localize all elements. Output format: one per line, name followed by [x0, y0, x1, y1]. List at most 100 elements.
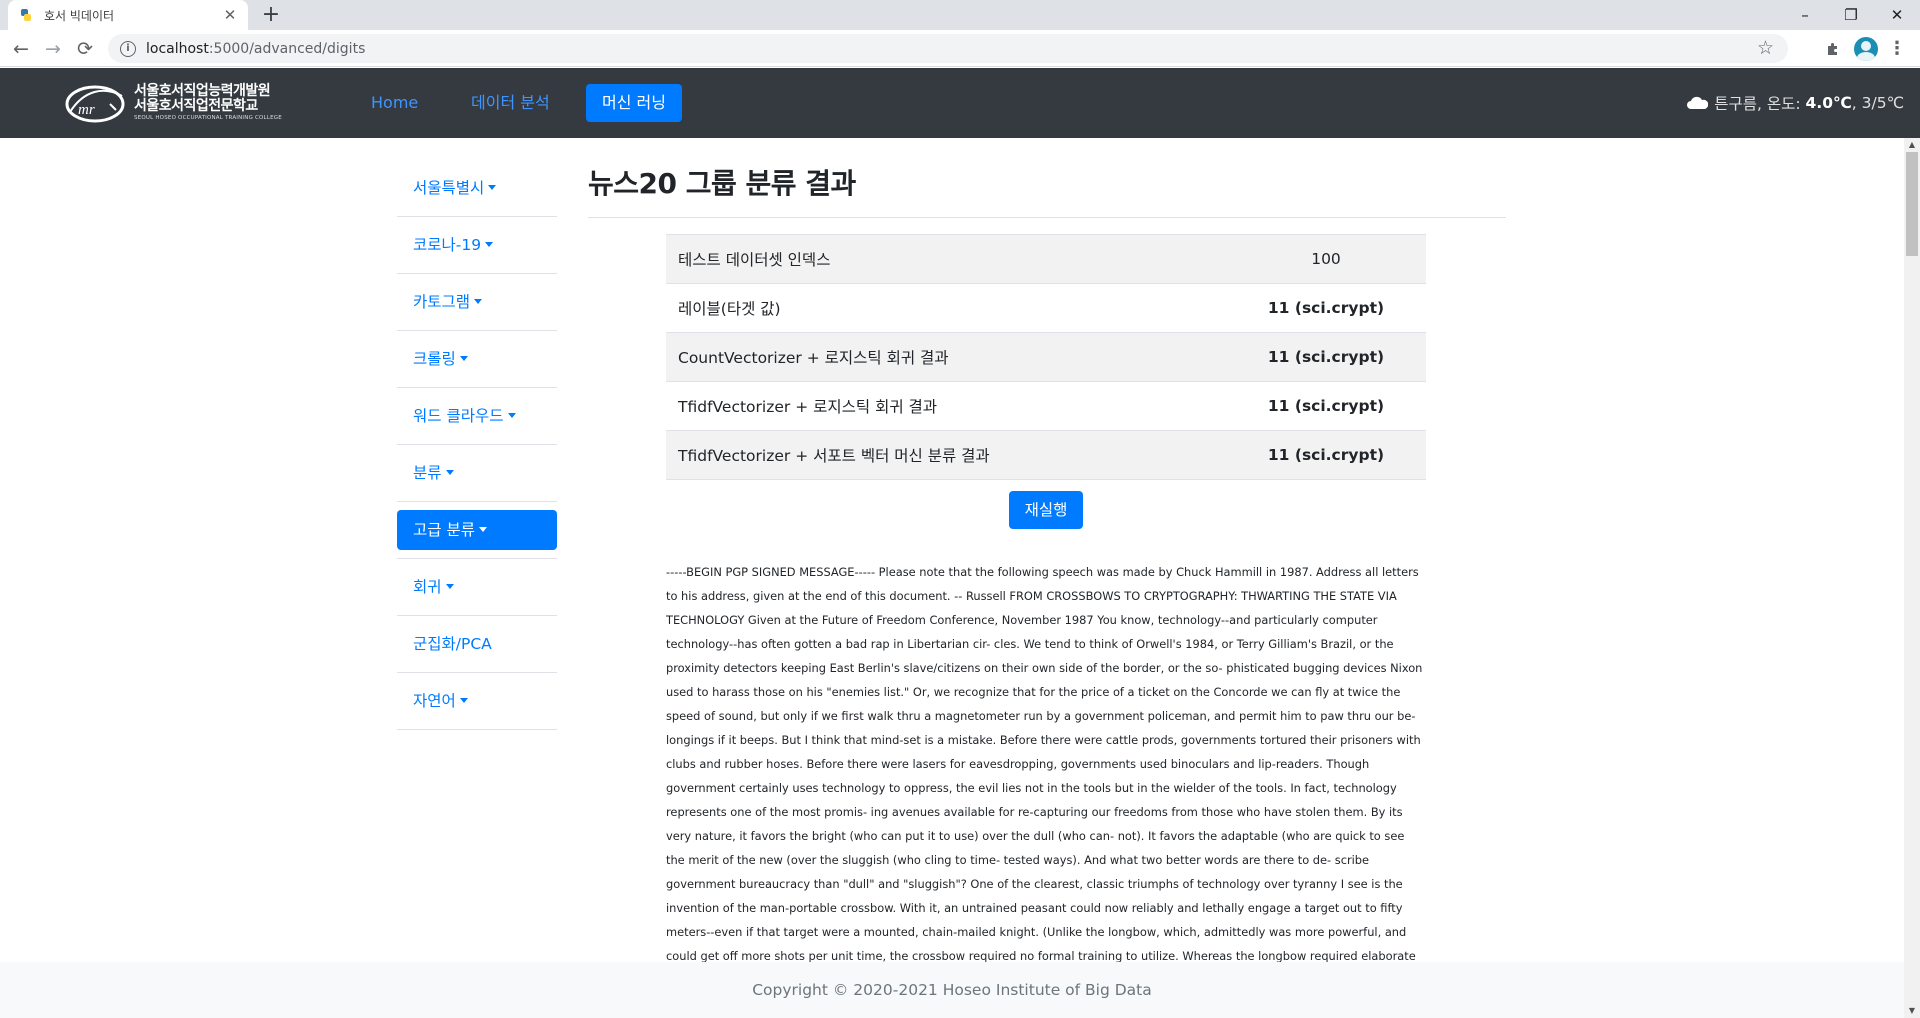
site-info-icon[interactable]: i: [120, 40, 136, 57]
caret-down-icon: [478, 527, 487, 532]
sidebar-item-wordcloud: 워드 클라우드: [397, 388, 557, 445]
caret-down-icon: [445, 584, 454, 589]
sidebar-item-label: 고급 분류: [413, 521, 475, 539]
sidebar-link-advanced-classification[interactable]: 고급 분류: [397, 510, 557, 550]
row-label: 레이블(타겟 값): [666, 283, 1226, 333]
scrollbar-thumb[interactable]: [1906, 152, 1918, 256]
sidebar-item-covid19: 코로나-19: [397, 217, 557, 274]
sidebar-item-label: 회귀: [413, 578, 442, 596]
footer-copyright: Copyright © 2020-2021 Hoseo Institute of…: [0, 962, 1904, 1018]
nav-home[interactable]: Home: [355, 84, 434, 122]
restore-button[interactable]: ❐: [1828, 0, 1874, 30]
sidebar-link-covid19[interactable]: 코로나-19: [397, 225, 557, 265]
sidebar-item-label: 코로나-19: [413, 236, 482, 254]
row-label: TfidfVectorizer + 로지스틱 회귀 결과: [666, 381, 1226, 431]
sidebar-item-clustering-pca: 군집화/PCA: [397, 616, 557, 673]
reload-icon[interactable]: ⟳: [72, 36, 98, 62]
sidebar-link-regression[interactable]: 회귀: [397, 567, 557, 607]
sidebar-item-crawling: 크롤링: [397, 331, 557, 388]
cloud-icon: [1687, 96, 1709, 109]
bookmark-star-icon[interactable]: ☆: [1757, 37, 1774, 59]
close-tab-icon[interactable]: ✕: [222, 6, 238, 24]
browser-tabstrip: 호서 빅데이터 ✕ + – ❐ ✕: [0, 0, 1920, 30]
table-row: TfidfVectorizer + 로지스틱 회귀 결과 11 (sci.cry…: [666, 381, 1426, 431]
row-label: TfidfVectorizer + 서포트 벡터 머신 분류 결과: [666, 430, 1226, 480]
page-title: 뉴스20 그룹 분류 결과: [588, 160, 1506, 218]
browser-tab[interactable]: 호서 빅데이터 ✕: [8, 0, 248, 30]
table-row: TfidfVectorizer + 서포트 벡터 머신 분류 결과 11 (sc…: [666, 430, 1426, 480]
sidebar-item-nlp: 자연어: [397, 673, 557, 730]
caret-down-icon: [488, 185, 497, 190]
caret-down-icon: [474, 299, 483, 304]
window-controls: – ❐ ✕: [1782, 0, 1920, 30]
brand-name-line1: 서울호서직업능력개발원: [134, 83, 271, 100]
caret-down-icon: [459, 698, 468, 703]
sidebar: 서울특별시 코로나-19 카토그램 크롤링 워드 클라우드 분류 고급 분류 회…: [397, 160, 557, 730]
news-article-text: -----BEGIN PGP SIGNED MESSAGE----- Pleas…: [666, 565, 1423, 962]
weather-temperature: 4.0℃: [1805, 94, 1852, 112]
scroll-up-arrow-icon[interactable]: ▲: [1904, 138, 1920, 152]
tab-title: 호서 빅데이터: [44, 8, 115, 23]
close-window-button[interactable]: ✕: [1874, 0, 1920, 30]
table-row: CountVectorizer + 로지스틱 회귀 결과 11 (sci.cry…: [666, 332, 1426, 382]
page-scrollbar[interactable]: ▲ ▼: [1904, 138, 1920, 1018]
row-value: 11 (sci.crypt): [1226, 430, 1426, 480]
url-path: :5000/advanced/digits: [208, 40, 366, 57]
brand-name-line2: 서울호서직업전문학교: [134, 98, 258, 115]
sidebar-link-cartogram[interactable]: 카토그램: [397, 282, 557, 322]
sidebar-item-label: 분류: [413, 464, 442, 482]
nav-data-analysis[interactable]: 데이터 분석: [455, 84, 566, 122]
sidebar-link-classification[interactable]: 분류: [397, 453, 557, 493]
scroll-down-arrow-icon[interactable]: ▼: [1904, 1004, 1920, 1018]
weather-range: , 3/5℃: [1851, 94, 1904, 112]
site-navbar: mr 서울호서직업능력개발원 서울호서직업전문학교 SEOUL HOSEO OC…: [0, 68, 1920, 138]
url-host: localhost: [146, 40, 209, 57]
weather-condition: 튼구름, 온도:: [1714, 95, 1801, 113]
row-value: 100: [1226, 234, 1426, 284]
sidebar-item-label: 서울특별시: [413, 179, 485, 197]
sidebar-link-seoul[interactable]: 서울특별시: [397, 168, 557, 208]
caret-down-icon: [507, 413, 516, 418]
table-row: 레이블(타겟 값) 11 (sci.crypt): [666, 283, 1426, 333]
brand-logo[interactable]: mr 서울호서직업능력개발원 서울호서직업전문학교 SEOUL HOSEO OC…: [64, 80, 282, 126]
minimize-button[interactable]: –: [1782, 0, 1828, 30]
caret-down-icon: [485, 242, 494, 247]
svg-text:mr: mr: [78, 102, 95, 118]
row-value: 11 (sci.crypt): [1226, 381, 1426, 431]
profile-avatar-icon[interactable]: [1854, 37, 1878, 61]
new-tab-button[interactable]: +: [258, 2, 284, 28]
browser-toolbar: ← → ⟳ i localhost:5000/advanced/digits ☆…: [0, 30, 1920, 67]
brand-english-name: SEOUL HOSEO OCCUPATIONAL TRAINING COLLEG…: [134, 114, 282, 121]
back-arrow-icon[interactable]: ←: [8, 36, 34, 62]
sidebar-link-crawling[interactable]: 크롤링: [397, 339, 557, 379]
sidebar-item-label: 카토그램: [413, 293, 471, 311]
row-value: 11 (sci.crypt): [1226, 332, 1426, 382]
nav-machine-learning[interactable]: 머신 러닝: [586, 84, 682, 122]
sidebar-item-cartogram: 카토그램: [397, 274, 557, 331]
browser-menu-icon[interactable]: ⋮: [1884, 36, 1910, 62]
caret-down-icon: [445, 470, 454, 475]
row-label: CountVectorizer + 로지스틱 회귀 결과: [666, 332, 1226, 382]
sidebar-item-label: 자연어: [413, 692, 456, 710]
weather-widget: 튼구름, 온도: 4.0℃, 3/5℃: [1686, 92, 1904, 114]
caret-down-icon: [459, 356, 468, 361]
row-label: 테스트 데이터셋 인덱스: [666, 234, 1226, 284]
sidebar-link-wordcloud[interactable]: 워드 클라우드: [397, 396, 557, 436]
sidebar-item-advanced-classification: 고급 분류: [397, 502, 557, 559]
sidebar-item-regression: 회귀: [397, 559, 557, 616]
result-table: 테스트 데이터셋 인덱스 100 레이블(타겟 값) 11 (sci.crypt…: [666, 234, 1426, 480]
rerun-button[interactable]: 재실행: [1009, 491, 1083, 529]
college-emblem-icon: mr: [65, 85, 125, 123]
python-logo-icon: [21, 9, 31, 21]
sidebar-item-seoul: 서울특별시: [397, 160, 557, 217]
sidebar-item-label: 군집화/PCA: [413, 635, 492, 653]
table-row: 테스트 데이터셋 인덱스 100: [666, 234, 1426, 284]
forward-arrow-icon[interactable]: →: [40, 36, 66, 62]
extensions-puzzle-icon[interactable]: [1820, 36, 1846, 62]
sidebar-item-label: 워드 클라우드: [413, 407, 504, 425]
address-bar[interactable]: i localhost:5000/advanced/digits ☆: [108, 34, 1788, 63]
row-value: 11 (sci.crypt): [1226, 283, 1426, 333]
sidebar-link-nlp[interactable]: 자연어: [397, 681, 557, 721]
sidebar-link-clustering-pca[interactable]: 군집화/PCA: [397, 624, 557, 664]
main-content: 뉴스20 그룹 분류 결과 테스트 데이터셋 인덱스 100 레이블(타겟 값)…: [588, 160, 1506, 962]
